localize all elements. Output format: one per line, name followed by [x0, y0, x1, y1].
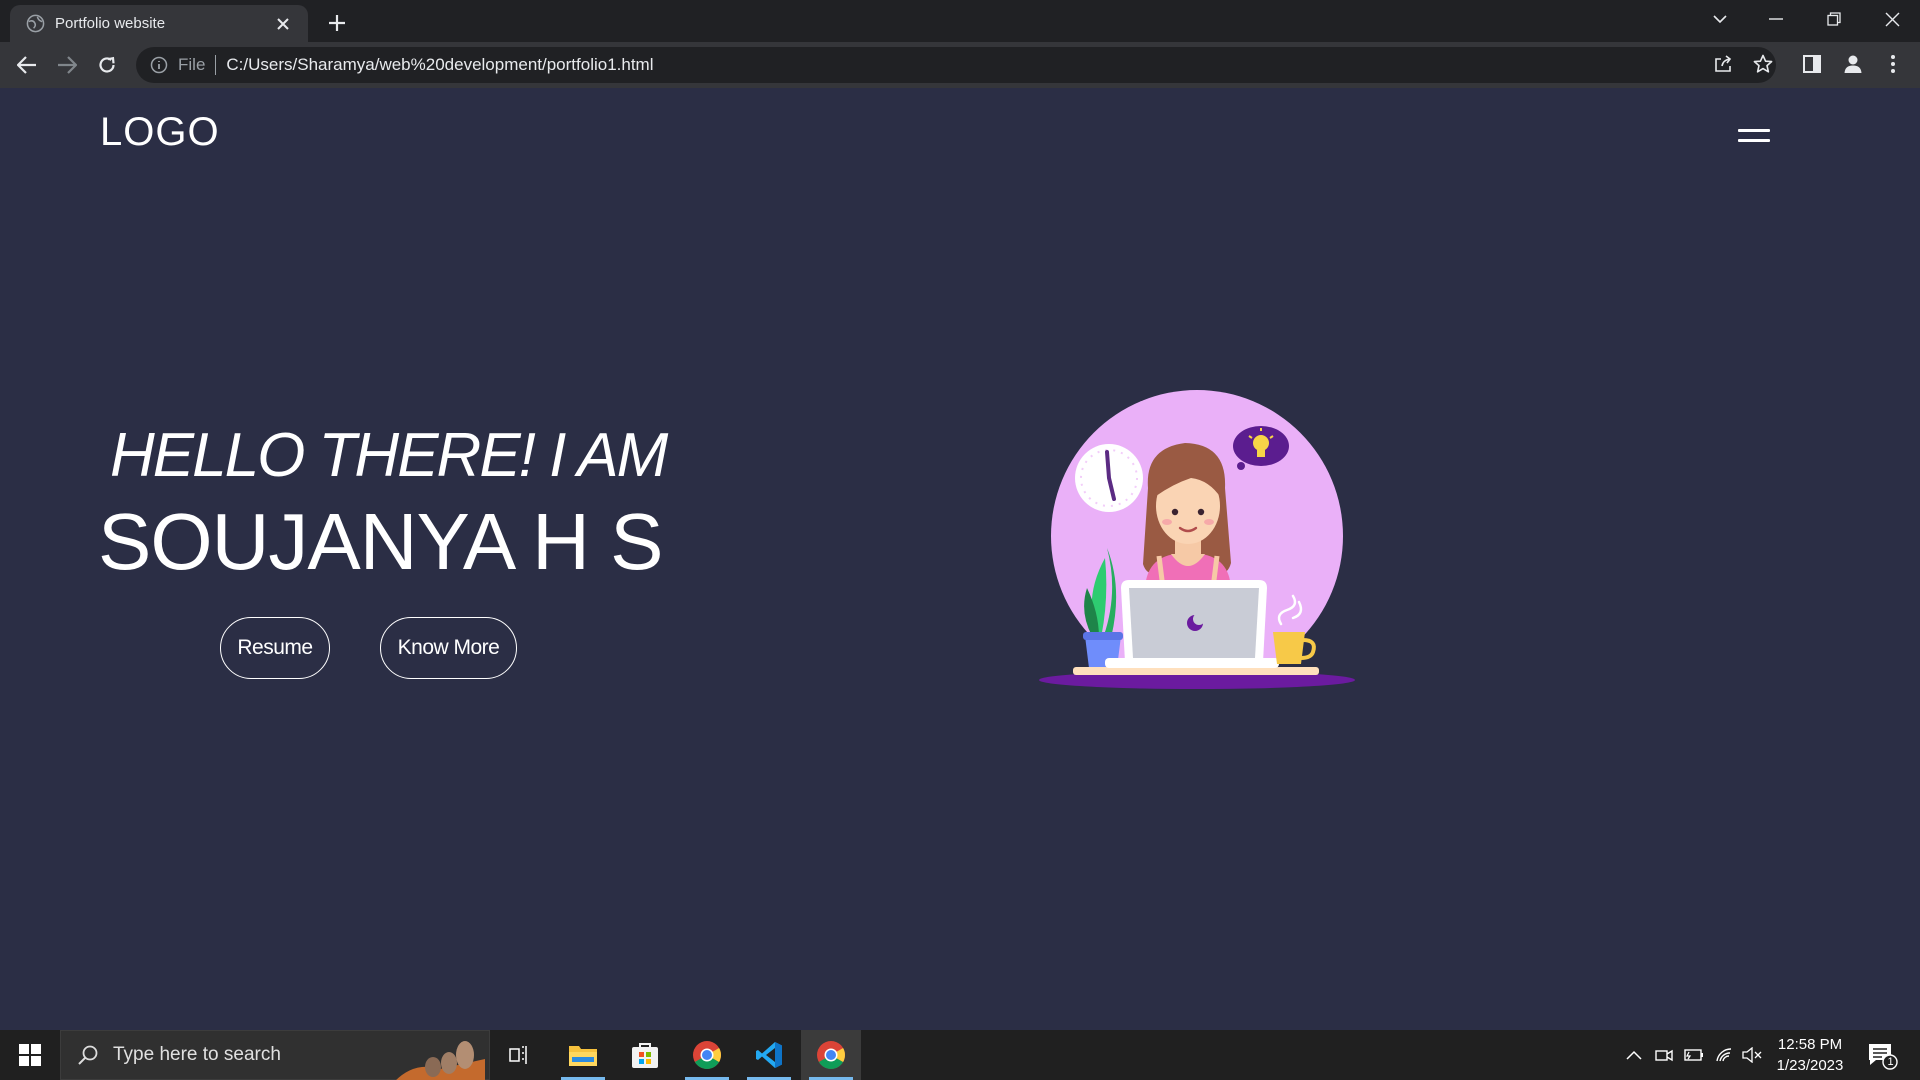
notification-count: 1: [1887, 1056, 1894, 1068]
share-button[interactable]: [1710, 51, 1736, 77]
search-highlight-image: [396, 1041, 485, 1080]
close-icon[interactable]: [272, 13, 294, 35]
chrome-icon: [817, 1041, 845, 1069]
store-icon: [632, 1043, 658, 1068]
plus-icon: [329, 15, 345, 31]
taskbar-search-box[interactable]: Type here to search: [60, 1030, 490, 1080]
bookmark-button[interactable]: [1750, 51, 1776, 77]
restore-button[interactable]: [1806, 0, 1862, 38]
window-close-icon: [1885, 12, 1899, 26]
resume-button[interactable]: Resume: [220, 617, 330, 679]
window-close-button[interactable]: [1864, 0, 1920, 38]
task-view-icon: [509, 1046, 527, 1064]
name-heading: SOUJANYA H S: [98, 497, 663, 586]
browser-tab-strip: Portfolio website: [0, 0, 1920, 42]
back-arrow-icon: [17, 56, 36, 74]
wifi-tray-button[interactable]: [1712, 1043, 1736, 1067]
star-icon: [1753, 54, 1773, 73]
desk: [1073, 667, 1319, 675]
minimize-icon: [1769, 18, 1783, 20]
side-panel-button[interactable]: [1799, 51, 1825, 77]
folder-icon: [569, 1046, 597, 1066]
tab-portfolio-website[interactable]: Portfolio website: [10, 5, 308, 42]
portfolio-page: LOGO HELLO THERE! I AM SOUJANYA H S Resu…: [0, 88, 1920, 1030]
reload-icon: [99, 56, 115, 73]
laptop-icon: [1105, 580, 1279, 668]
volume-tray-button[interactable]: [1740, 1043, 1764, 1067]
chevron-up-icon: [1626, 1050, 1642, 1060]
windows-taskbar: Type here to search 12:58 PM 1/23/2023 1: [0, 1030, 1920, 1080]
hamburger-menu-icon[interactable]: [1738, 128, 1770, 146]
greeting-heading: HELLO THERE! I AM: [110, 421, 668, 490]
clock-time: 12:58 PM: [1777, 1036, 1843, 1053]
divider: [215, 55, 217, 75]
side-panel-icon: [1803, 55, 1821, 73]
battery-icon: [1684, 1049, 1703, 1061]
forward-button[interactable]: [51, 49, 83, 81]
camera-icon: [1655, 1049, 1673, 1062]
share-icon: [1715, 55, 1732, 72]
kebab-menu-icon: [1891, 55, 1895, 73]
wifi-icon: [1716, 1048, 1732, 1062]
tab-title: Portfolio website: [55, 15, 166, 32]
profile-button[interactable]: [1840, 51, 1866, 77]
globe-icon: [26, 14, 45, 33]
site-logo[interactable]: LOGO: [100, 110, 220, 155]
search-placeholder: Type here to search: [113, 1044, 281, 1065]
wall-clock-icon: [1075, 444, 1143, 512]
chrome-active-button[interactable]: [801, 1030, 861, 1080]
tab-search-button[interactable]: [1692, 0, 1748, 38]
know-more-button[interactable]: Know More: [380, 617, 517, 679]
forward-arrow-icon: [58, 56, 77, 74]
scheme-label: File: [178, 55, 206, 74]
camera-tray-button[interactable]: [1652, 1043, 1676, 1067]
search-icon: [78, 1045, 98, 1065]
info-icon[interactable]: [150, 56, 168, 74]
muted-speaker-icon: [1742, 1047, 1762, 1063]
restore-icon: [1827, 12, 1841, 26]
browser-toolbar: File C:/Users/Sharamya/web%20development…: [0, 42, 1920, 88]
reload-button[interactable]: [91, 49, 123, 81]
chrome-button[interactable]: [677, 1030, 737, 1080]
battery-tray-button[interactable]: [1682, 1043, 1706, 1067]
back-button[interactable]: [11, 49, 43, 81]
vscode-button[interactable]: [739, 1030, 799, 1080]
hero-illustration: [1039, 390, 1355, 689]
clock-date: 1/23/2023: [1776, 1057, 1844, 1074]
notification-center-button[interactable]: 1: [1866, 1041, 1898, 1071]
chrome-icon: [693, 1041, 721, 1069]
hamburger-line: [1738, 139, 1770, 142]
windows-logo-icon: [19, 1044, 41, 1066]
address-bar[interactable]: File C:/Users/Sharamya/web%20development…: [136, 47, 1776, 83]
new-tab-button[interactable]: [322, 8, 352, 38]
hamburger-line: [1738, 129, 1770, 132]
vscode-icon: [756, 1042, 782, 1068]
show-hidden-icons-button[interactable]: [1622, 1043, 1646, 1067]
chevron-down-icon: [1713, 15, 1727, 24]
browser-menu-button[interactable]: [1880, 51, 1906, 77]
profile-icon: [1844, 55, 1862, 73]
minimize-button[interactable]: [1748, 0, 1804, 38]
start-button[interactable]: [0, 1030, 60, 1080]
microsoft-store-button[interactable]: [615, 1030, 675, 1080]
url-text[interactable]: C:/Users/Sharamya/web%20development/port…: [226, 55, 653, 75]
file-explorer-button[interactable]: [553, 1030, 613, 1080]
task-view-button[interactable]: [490, 1030, 550, 1080]
taskbar-clock[interactable]: 12:58 PM 1/23/2023: [1762, 1034, 1858, 1076]
